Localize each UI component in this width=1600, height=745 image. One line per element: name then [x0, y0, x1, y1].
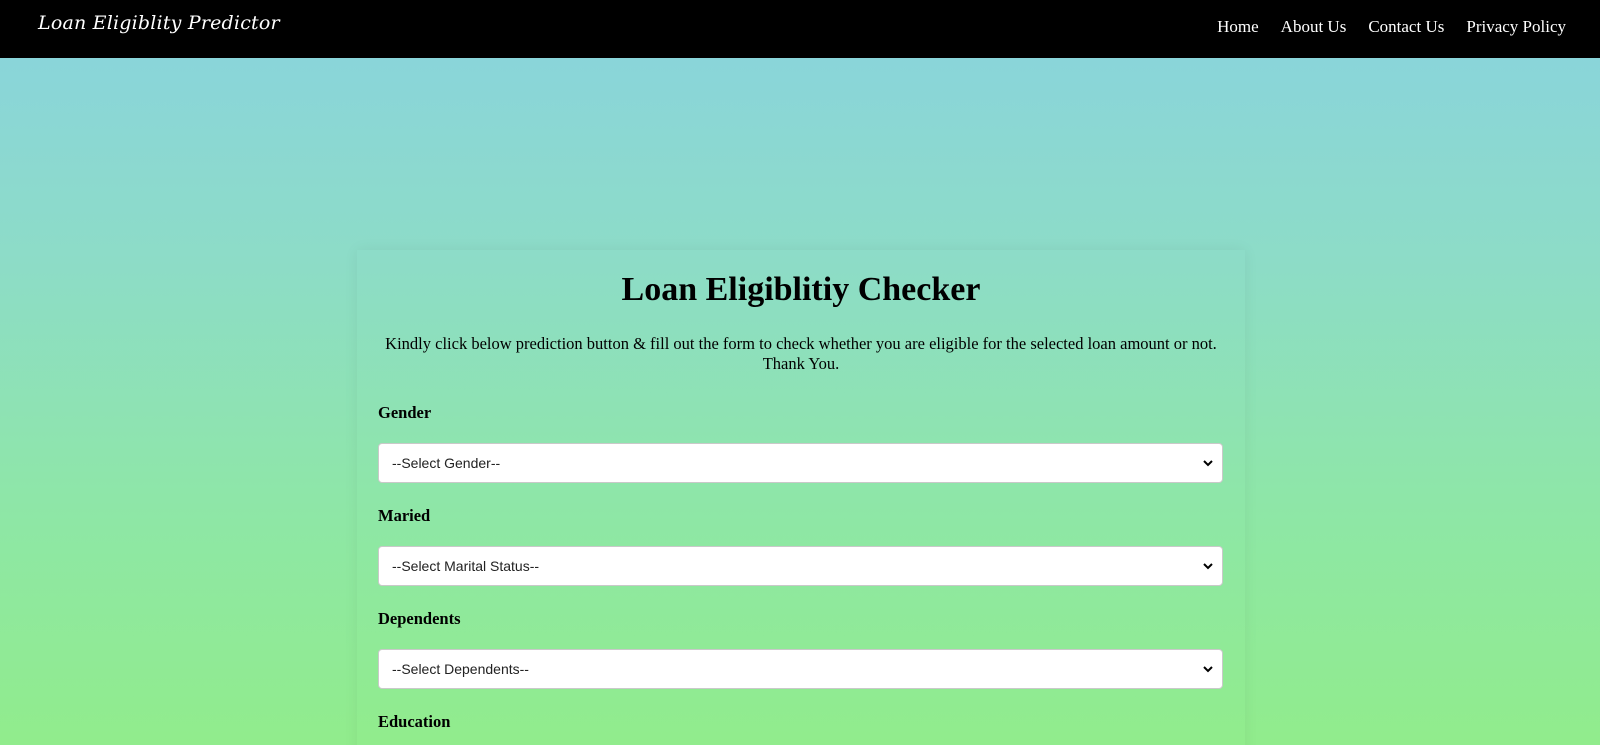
brand-logo-text[interactable]: Loan Eligiblity Predictor: [38, 12, 280, 34]
gender-label: Gender: [378, 403, 432, 422]
nav-link-about-us[interactable]: About Us: [1281, 17, 1347, 37]
dependents-select[interactable]: --Select Dependents--: [378, 649, 1223, 689]
marital-status-select[interactable]: --Select Marital Status--: [378, 546, 1223, 586]
form-title: Loan Eligiblitiy Checker: [621, 271, 981, 308]
dependents-select-value: --Select Dependents--: [392, 661, 529, 677]
chevron-down-icon: [1203, 460, 1213, 467]
education-label: Education: [378, 712, 451, 731]
married-label: Maried: [378, 506, 431, 525]
form-description-line-1: Kindly click below prediction button & f…: [385, 334, 1217, 353]
top-navbar: Loan Eligiblity Predictor Home About Us …: [0, 0, 1600, 58]
chevron-down-icon: [1203, 563, 1213, 570]
nav-link-privacy-policy[interactable]: Privacy Policy: [1466, 17, 1566, 37]
loan-form-card: Loan Eligiblitiy Checker Kindly click be…: [357, 250, 1245, 745]
dependents-label: Dependents: [378, 609, 461, 628]
marital-status-select-value: --Select Marital Status--: [392, 558, 540, 574]
gender-select[interactable]: --Select Gender--: [378, 443, 1223, 483]
chevron-down-icon: [1203, 666, 1213, 673]
nav-link-home[interactable]: Home: [1217, 17, 1259, 37]
form-header: Loan Eligiblitiy Checker Kindly click be…: [357, 250, 1245, 374]
form-description: Kindly click below prediction button & f…: [357, 334, 1245, 374]
form-description-line-2: Thank You.: [762, 354, 840, 373]
nav-link-contact-us[interactable]: Contact Us: [1368, 17, 1444, 37]
nav-links: Home About Us Contact Us Privacy Policy: [1217, 17, 1566, 37]
gender-select-value: --Select Gender--: [392, 455, 501, 471]
